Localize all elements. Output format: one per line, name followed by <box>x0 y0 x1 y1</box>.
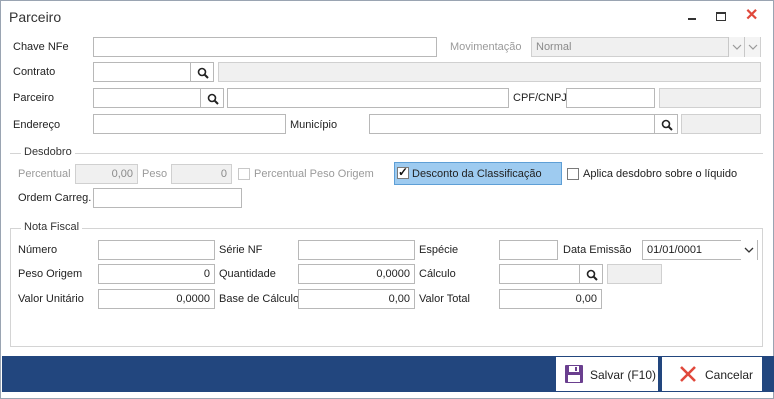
save-icon <box>565 365 583 383</box>
data-emissao-field[interactable]: 01/01/0001 <box>642 240 758 260</box>
window-title: Parceiro <box>9 9 62 25</box>
contrato-description-field <box>218 62 761 82</box>
chevron-down-icon <box>728 37 744 57</box>
data-emissao-value: 01/01/0001 <box>647 244 703 256</box>
data-emissao-label: Data Emissão <box>563 244 632 256</box>
peso-origem-label: Peso Origem <box>18 268 83 280</box>
numero-field[interactable] <box>98 240 215 260</box>
cpf-cnpj-label: CPF/CNPJ <box>513 92 567 104</box>
aplica-desdobro-checkbox[interactable] <box>567 168 579 180</box>
cancel-button[interactable]: Cancelar <box>662 357 762 391</box>
calculo-search-button[interactable] <box>579 264 603 284</box>
minimize-icon <box>688 18 696 20</box>
close-icon: ✕ <box>745 7 759 24</box>
valor-total-label: Valor Total <box>419 293 470 305</box>
search-icon <box>197 67 209 79</box>
cancel-label: Cancelar <box>705 368 754 382</box>
ordem-carreg-label: Ordem Carreg. <box>18 192 92 204</box>
calculo-field[interactable] <box>499 264 580 284</box>
desconto-classificacao-checkbox[interactable] <box>397 165 409 179</box>
desconto-classificacao-label: Desconto da Classificação <box>412 168 542 180</box>
percentual-peso-origem-label: Percentual Peso Origem <box>254 168 374 180</box>
base-calculo-label: Base de Cálculo <box>219 293 300 305</box>
parceiro-name-field[interactable] <box>227 88 509 108</box>
search-icon <box>586 269 598 281</box>
contrato-field[interactable] <box>93 62 191 82</box>
quantidade-label: Quantidade <box>219 268 276 280</box>
desdobro-title: Desdobro <box>21 146 75 158</box>
footer-bar <box>2 356 774 392</box>
save-button[interactable]: Salvar (F10) <box>556 357 658 391</box>
maximize-icon <box>716 12 726 21</box>
ordem-carreg-field[interactable] <box>93 188 242 208</box>
valor-total-field[interactable] <box>499 289 602 309</box>
parceiro-label: Parceiro <box>13 92 54 104</box>
endereco-label: Endereço <box>13 119 61 131</box>
valor-unitario-label: Valor Unitário <box>18 293 84 305</box>
municipio-search-button[interactable] <box>654 114 678 134</box>
serie-nf-label: Série NF <box>219 244 263 256</box>
chave-nfe-label: Chave NFe <box>13 41 69 53</box>
cpf-cnpj-extra-field <box>659 88 761 108</box>
percentual-peso-origem-checkbox[interactable] <box>238 168 250 180</box>
title-bar: Parceiro ✕ <box>1 1 773 33</box>
movimentacao-value: Normal <box>536 41 572 53</box>
quantidade-field[interactable] <box>298 264 415 284</box>
especie-field[interactable] <box>499 240 558 260</box>
search-icon <box>661 119 673 131</box>
peso-origem-field[interactable] <box>98 264 215 284</box>
parceiro-dialog: Parceiro ✕ Chave NFe Movimentação Normal… <box>0 0 774 399</box>
minimize-button[interactable] <box>677 1 707 33</box>
search-icon <box>207 93 219 105</box>
calculo-label: Cálculo <box>419 268 456 280</box>
endereco-field[interactable] <box>93 114 286 134</box>
especie-label: Espécie <box>419 244 459 256</box>
nota-fiscal-title: Nota Fiscal <box>21 221 83 233</box>
cpf-cnpj-field[interactable] <box>566 88 655 108</box>
save-label: Salvar (F10) <box>590 368 657 382</box>
close-window-button[interactable]: ✕ <box>735 1 772 33</box>
municipio-extra-field <box>681 114 761 134</box>
aplica-desdobro-label: Aplica desdobro sobre o líquido <box>583 168 738 180</box>
peso-label: Peso <box>142 168 168 180</box>
maximize-button[interactable] <box>706 1 736 33</box>
serie-nf-field[interactable] <box>298 240 415 260</box>
contrato-search-button[interactable] <box>190 62 214 82</box>
contrato-label: Contrato <box>13 66 56 78</box>
base-calculo-field[interactable] <box>298 289 415 309</box>
calculo-extra-field <box>607 264 662 284</box>
parceiro-search-button[interactable] <box>200 88 224 108</box>
municipio-label: Município <box>290 119 338 131</box>
parceiro-field[interactable] <box>93 88 201 108</box>
peso-field <box>171 164 232 184</box>
chevron-down-icon <box>744 37 760 57</box>
numero-label: Número <box>18 244 58 256</box>
chevron-down-icon[interactable] <box>741 240 757 260</box>
movimentacao-select[interactable]: Normal <box>531 37 761 57</box>
movimentacao-label: Movimentação <box>450 41 522 53</box>
valor-unitario-field[interactable] <box>98 289 215 309</box>
percentual-label: Percentual <box>18 168 71 180</box>
chave-nfe-field[interactable] <box>93 37 437 57</box>
municipio-field[interactable] <box>369 114 655 134</box>
close-icon <box>680 366 696 382</box>
percentual-field <box>75 164 138 184</box>
